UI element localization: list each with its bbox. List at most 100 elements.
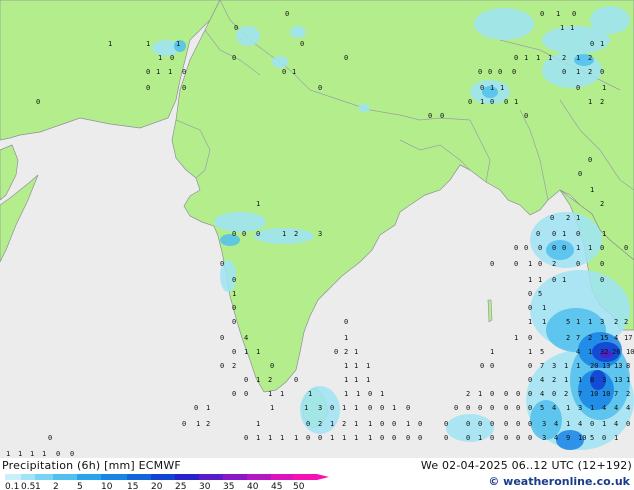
precip-value: 1 <box>282 230 286 238</box>
precip-value: 0 <box>514 54 518 62</box>
precip-value: 3 <box>602 376 606 384</box>
precip-value: 0 <box>504 404 508 412</box>
precip-value: 1 <box>614 434 618 442</box>
colorbar-tick: 0.1 <box>5 482 19 490</box>
precip-value: 0 <box>428 112 432 120</box>
precip-value: 1 <box>566 404 570 412</box>
colorbar-swatch <box>101 474 127 480</box>
precip-value: 26 <box>612 348 620 356</box>
precip-value: 5 <box>540 404 544 412</box>
precip-value: 1 <box>392 404 396 412</box>
precip-value: 0 <box>514 244 518 252</box>
precip-value: 1 <box>294 434 298 442</box>
precip-value: 1 <box>562 276 566 284</box>
precip-value: 0 <box>504 420 508 428</box>
precip-value: 1 <box>528 276 532 284</box>
precip-value: 1 <box>354 420 358 428</box>
colorbar-tick: 40 <box>247 482 259 490</box>
precip-value: 0 <box>538 260 542 268</box>
precip-value: 1 <box>490 348 494 356</box>
precip-value: 4 <box>244 334 248 342</box>
precip-value: 2 <box>342 420 346 428</box>
precip-value: 0 <box>454 404 458 412</box>
colorbar-tick: 30 <box>199 482 211 490</box>
precip-value: 1 <box>366 376 370 384</box>
precip-value: 2 <box>562 54 566 62</box>
precip-value: 1 <box>256 376 260 384</box>
precip-value: 2 <box>566 214 570 222</box>
precip-value: 1 <box>528 348 532 356</box>
precip-value: 0 <box>538 244 542 252</box>
precip-value: 1 <box>344 376 348 384</box>
precip-value: 0 <box>516 404 520 412</box>
precip-value: 0 <box>536 230 540 238</box>
precip-value: 0 <box>480 362 484 370</box>
precip-value: 0 <box>478 68 482 76</box>
precip-value: 0 <box>572 10 576 18</box>
colorbar-arrow <box>317 474 329 480</box>
precip-value: 0 <box>232 318 236 326</box>
precip-value: 2 <box>552 260 556 268</box>
precip-value: 1 <box>478 434 482 442</box>
precip-value: 1 <box>626 376 630 384</box>
precip-value: 17 <box>624 334 632 342</box>
precip-value: 1 <box>344 362 348 370</box>
precip-value: 13 <box>614 376 622 384</box>
map-footer: Precipitation (6h) [mm] ECMWF We 02-04-2… <box>0 458 634 490</box>
precip-value: 1 <box>366 362 370 370</box>
precip-value: 1 <box>406 420 410 428</box>
colorbar-tick: 1 <box>35 482 41 490</box>
precip-value: 0 <box>528 290 532 298</box>
precip-value: 1 <box>500 84 504 92</box>
precip-value: 7 <box>540 362 544 370</box>
precip-value: 1 <box>562 230 566 238</box>
precip-value: 5 <box>540 348 544 356</box>
precip-value: 0 <box>406 434 410 442</box>
precip-value: 10 <box>626 348 634 356</box>
precip-value: 4 <box>602 404 606 412</box>
precip-value: 1 <box>354 434 358 442</box>
precip-value: 0 <box>418 420 422 428</box>
precip-value: 3 <box>318 404 322 412</box>
precip-value: 3 <box>542 420 546 428</box>
precip-value: 0 <box>182 84 186 92</box>
precip-value: 4 <box>554 420 558 428</box>
precip-value: 0 <box>270 362 274 370</box>
precip-value: 1 <box>576 54 580 62</box>
precip-value: 1 <box>280 390 284 398</box>
precip-value: 0 <box>146 84 150 92</box>
precip-value: 2 <box>588 54 592 62</box>
precip-value: 0 <box>242 230 246 238</box>
precip-value: 0 <box>368 390 372 398</box>
precip-value: 1 <box>590 404 594 412</box>
precip-value: 0 <box>318 434 322 442</box>
precip-value: 1 <box>588 348 592 356</box>
precip-value: 0 <box>498 68 502 76</box>
precip-value: 1 <box>542 318 546 326</box>
precip-value: 1 <box>514 98 518 106</box>
colorbar-swatch <box>223 474 247 480</box>
precip-value: 20 <box>590 362 598 370</box>
precip-value: 1 <box>536 54 540 62</box>
precip-value: 1 <box>576 362 580 370</box>
precip-value: 1 <box>354 348 358 356</box>
colorbar-tick: 20 <box>151 482 163 490</box>
precip-value: 0 <box>528 390 532 398</box>
precip-value: 0 <box>244 390 248 398</box>
precip-value: 1 <box>602 420 606 428</box>
site-credit[interactable]: © weatheronline.co.uk <box>488 475 630 488</box>
colorbar-tick: 50 <box>293 482 305 490</box>
precip-value: 1 <box>330 434 334 442</box>
precip-value: 1 <box>292 68 296 76</box>
precip-value: 8 <box>626 362 630 370</box>
precip-value: 0 <box>300 40 304 48</box>
precip-value: 0 <box>576 84 580 92</box>
colorbar-tick: 10 <box>101 482 113 490</box>
precip-value: 2 <box>232 362 236 370</box>
precip-value: 5 <box>566 318 570 326</box>
precip-value: 0 <box>146 68 150 76</box>
precip-value: 0 <box>514 260 518 268</box>
precip-value: 2 <box>600 98 604 106</box>
precip-value: 1 <box>6 450 10 458</box>
precip-value: 0 <box>626 420 630 428</box>
